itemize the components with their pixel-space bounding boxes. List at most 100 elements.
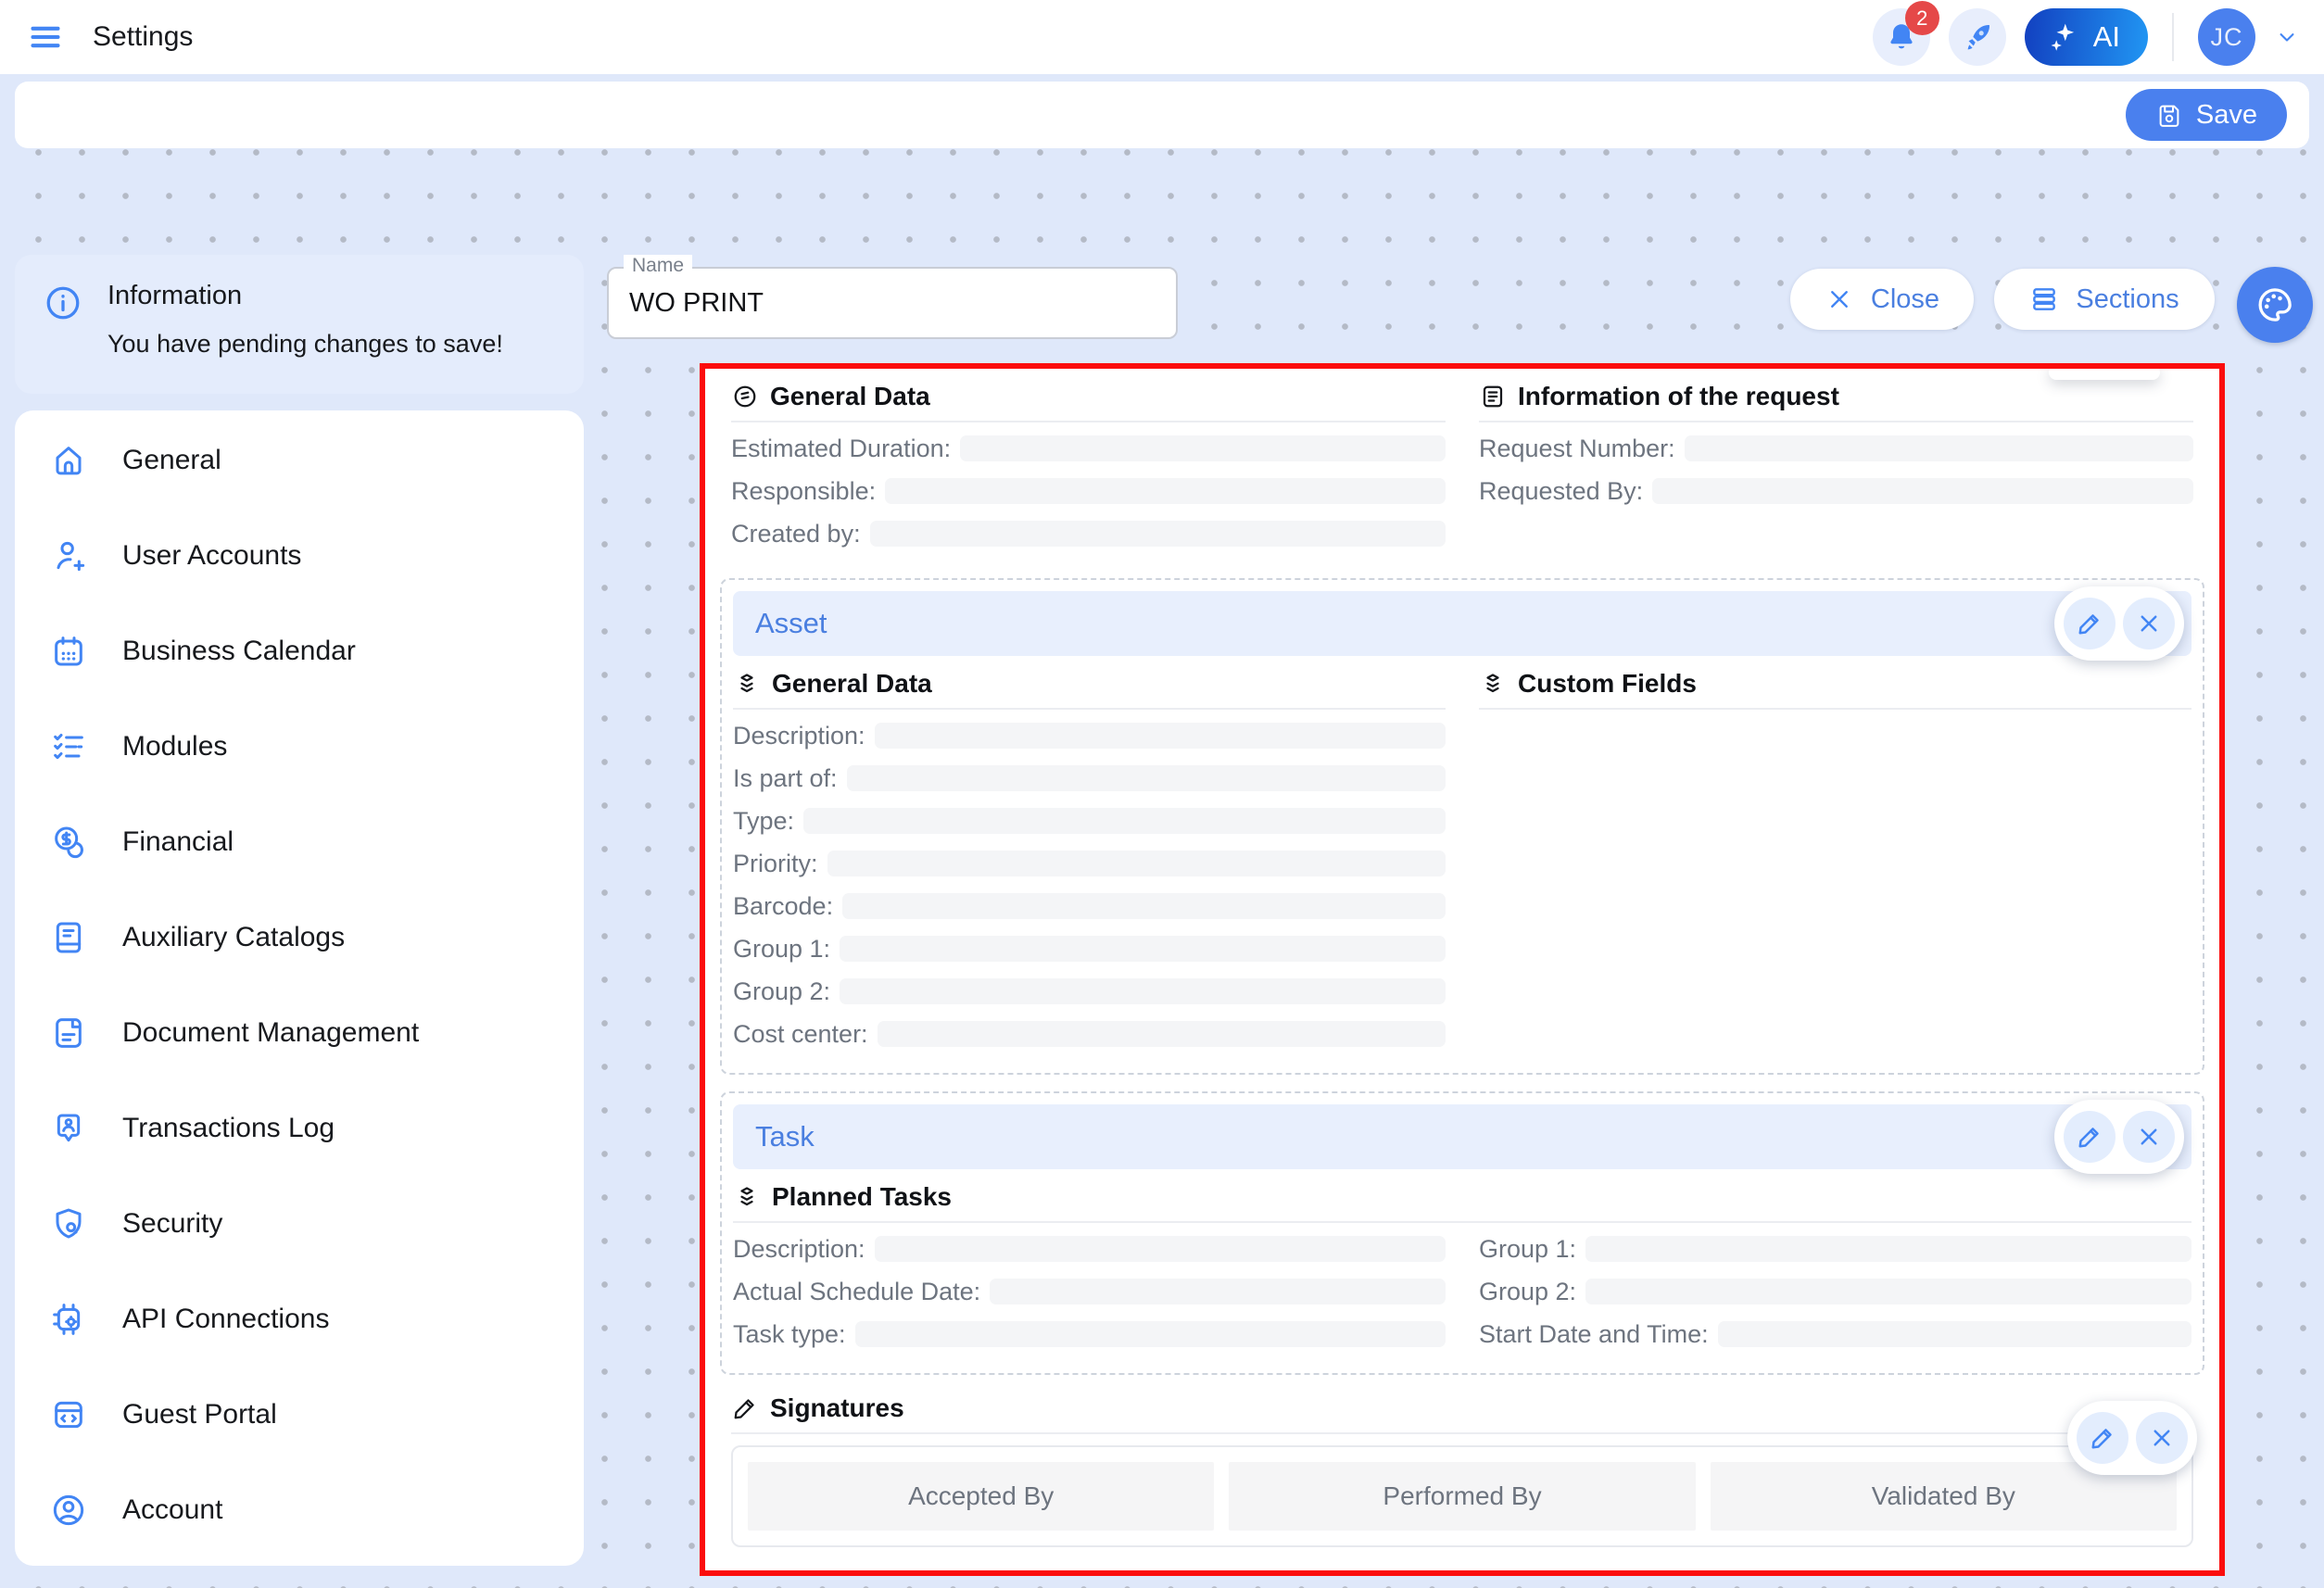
ai-assistant-button[interactable]: AI: [2025, 8, 2148, 66]
edit-section-button[interactable]: [2064, 1111, 2116, 1163]
pencil-icon: [731, 1394, 759, 1422]
floppy-disk-icon: [2155, 101, 2183, 129]
field-placeholder: [827, 851, 1446, 876]
section-information-of-the-request: Information of the requestRequest Number…: [1479, 376, 2193, 561]
alert-message: You have pending changes to save!: [107, 330, 503, 359]
section-header: Information of the request: [1479, 376, 2193, 421]
remove-section-button[interactable]: [2123, 1111, 2175, 1163]
sections-stack-icon: [2029, 284, 2059, 314]
sidebar-item-security[interactable]: Security: [15, 1176, 584, 1271]
user-avatar[interactable]: JC: [2198, 8, 2255, 66]
section-title: General Data: [772, 669, 932, 699]
sidebar-item-label: Financial: [122, 826, 234, 858]
sidebar-item-general[interactable]: General: [15, 412, 584, 508]
sidebar-item-label: Transactions Log: [122, 1113, 335, 1144]
field-placeholder: [1585, 1236, 2191, 1262]
layers-icon: [733, 1183, 761, 1211]
chevron-down-icon[interactable]: [2274, 24, 2300, 50]
field-placeholder: [803, 808, 1446, 834]
sidebar-item-document-management[interactable]: Document Management: [15, 985, 584, 1080]
sidebar-item-transactions-log[interactable]: Transactions Log: [15, 1080, 584, 1176]
field-label: Responsible:: [731, 477, 876, 506]
close-button-label: Close: [1871, 284, 1939, 315]
document-icon: [50, 1015, 87, 1052]
field-row: Requested By:: [1479, 476, 2193, 506]
field-label: Group 2:: [1479, 1278, 1576, 1306]
pending-changes-alert: Information You have pending changes to …: [15, 255, 584, 394]
section-general-data: General Data Estimated Duration: Responsib…: [731, 376, 1446, 561]
sidebar-item-user-accounts[interactable]: User Accounts: [15, 508, 584, 603]
field-label: Start Date and Time:: [1479, 1320, 1709, 1349]
field-row: Type:: [733, 806, 1446, 836]
save-button[interactable]: Save: [2126, 89, 2287, 141]
sidebar-item-auxiliary-catalogs[interactable]: Auxiliary Catalogs: [15, 889, 584, 985]
close-icon: [2135, 610, 2163, 637]
sidebar-item-label: Guest Portal: [122, 1399, 277, 1430]
sections-button[interactable]: Sections: [1994, 269, 2215, 330]
close-icon: [2148, 1424, 2176, 1452]
sidebar-item-label: API Connections: [122, 1304, 329, 1335]
header-rule: [733, 1221, 2191, 1223]
section-tools-cutoff: [2049, 365, 2160, 380]
field-placeholder: [1718, 1321, 2191, 1347]
field-label: Actual Schedule Date:: [733, 1278, 980, 1306]
sidebar-item-modules[interactable]: Modules: [15, 699, 584, 794]
section-signatures[interactable]: SignaturesAccepted ByPerformed ByValidat…: [731, 1388, 2193, 1547]
field-row: Description:: [733, 1234, 1446, 1264]
remove-section-button[interactable]: [2136, 1412, 2188, 1464]
page-title: Settings: [93, 21, 193, 53]
task-column-2: Group 1:Group 2:Start Date and Time:: [1479, 1234, 2191, 1362]
signature-box: Performed By: [1229, 1462, 1695, 1531]
header-rule: [733, 708, 1446, 710]
name-input[interactable]: [629, 288, 1156, 319]
field-label: Estimated Duration:: [731, 435, 951, 463]
topbar: Settings 2 AI JC: [0, 0, 2324, 74]
section-tools: [2054, 1100, 2184, 1174]
task-section-title: Task: [755, 1120, 815, 1153]
asset-section-header[interactable]: Asset: [733, 591, 2191, 656]
task-section-header[interactable]: Task: [733, 1104, 2191, 1169]
field-placeholder: [885, 478, 1446, 504]
sparkles-icon: [2047, 20, 2080, 54]
alert-title: Information: [107, 281, 503, 311]
hamburger-menu-button[interactable]: [24, 16, 67, 58]
name-field: Name: [607, 267, 1178, 339]
section-asset[interactable]: AssetGeneral DataDescription:Is part of:…: [720, 578, 2204, 1075]
sections-button-label: Sections: [2076, 284, 2179, 315]
field-label: Requested By:: [1479, 477, 1643, 506]
shield-icon: [50, 1205, 87, 1242]
rocket-icon: [1961, 20, 1994, 54]
asset-column-general-data: General DataDescription:Is part of:Type:…: [733, 663, 1446, 1062]
notifications-button[interactable]: 2: [1873, 8, 1930, 66]
asset-section-title: Asset: [755, 607, 827, 640]
sidebar-item-label: User Accounts: [122, 540, 301, 572]
close-button[interactable]: Close: [1790, 269, 1974, 330]
edit-section-button[interactable]: [2077, 1412, 2128, 1464]
field-placeholder: [875, 1236, 1446, 1262]
section-task[interactable]: TaskPlanned TasksDescription:Actual Sche…: [720, 1091, 2204, 1375]
sidebar-item-label: Security: [122, 1208, 222, 1240]
remove-section-button[interactable]: [2123, 598, 2175, 649]
asset-columns: General DataDescription:Is part of:Type:…: [733, 663, 2191, 1062]
field-placeholder: [840, 936, 1446, 962]
edit-section-button[interactable]: [2064, 598, 2116, 649]
theme-palette-button[interactable]: [2237, 267, 2313, 343]
print-template-document[interactable]: General Data Estimated Duration: Responsib…: [700, 363, 2225, 1576]
whats-new-button[interactable]: [1949, 8, 2006, 66]
sidebar-item-guest-portal[interactable]: Guest Portal: [15, 1367, 584, 1462]
save-toolbar: Save: [15, 82, 2309, 148]
sidebar-item-financial[interactable]: Financial: [15, 794, 584, 889]
browser-icon: [50, 1396, 87, 1433]
calendar-icon: [50, 633, 87, 670]
field-label: Type:: [733, 807, 794, 836]
sidebar-item-business-calendar[interactable]: Business Calendar: [15, 603, 584, 699]
user-plus-icon: [50, 537, 87, 574]
field-row: Description:: [733, 721, 1446, 750]
section-title: Custom Fields: [1518, 669, 1697, 699]
sidebar-item-account[interactable]: Account: [15, 1462, 584, 1557]
section-tools: [2067, 1401, 2197, 1475]
section-title: General Data: [770, 382, 930, 411]
field-row: Task type:: [733, 1319, 1446, 1349]
sidebar-item-api-connections[interactable]: API Connections: [15, 1271, 584, 1367]
id-badge-icon: [50, 1110, 87, 1147]
